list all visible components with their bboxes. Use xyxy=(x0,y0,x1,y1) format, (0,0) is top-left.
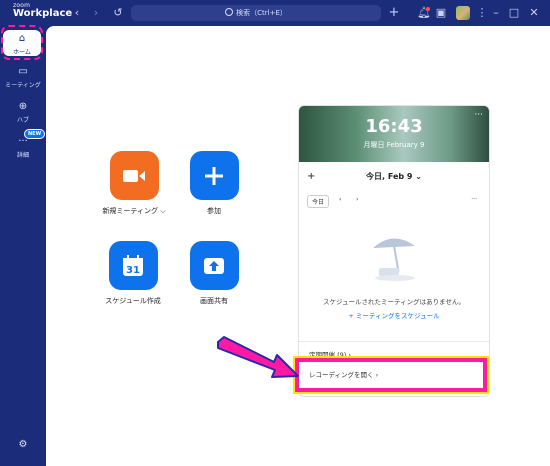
search-input[interactable]: 検索（Ctrl+E） xyxy=(131,5,381,21)
sidebar-item-hub[interactable]: ⊕ ハブ xyxy=(0,101,46,124)
next-icon[interactable]: › xyxy=(356,196,358,203)
forward-icon[interactable]: › xyxy=(88,5,104,21)
plus-icon xyxy=(189,151,239,200)
clock-time: 16:43 xyxy=(365,116,423,137)
calendar-panel: ··· 16:43 月曜日 February 9 + 今日, Feb 9 ⌄ 今… xyxy=(298,105,490,397)
share-screen-button[interactable]: 画面共有 xyxy=(186,241,242,306)
clock-date: 月曜日 February 9 xyxy=(363,141,425,149)
join-button[interactable]: 参加 xyxy=(186,151,242,216)
video-camera-icon xyxy=(109,151,159,200)
minimize-icon[interactable]: – xyxy=(488,5,504,21)
home-highlight xyxy=(1,25,43,60)
search-icon xyxy=(225,8,234,16)
notification-dot xyxy=(426,7,430,11)
settings-button[interactable]: ⚙ xyxy=(0,439,46,453)
empty-message: スケジュールされたミーティングはありません。 xyxy=(323,298,465,306)
gear-icon: ⚙ xyxy=(18,439,28,450)
calendar-toolbar: 今日 ‹ › ··· xyxy=(307,195,481,209)
avatar[interactable] xyxy=(456,6,470,20)
date-navigator[interactable]: + 今日, Feb 9 ⌄ xyxy=(299,168,489,186)
sidebar-item-details[interactable]: ··· 詳細 xyxy=(0,136,46,159)
title-bar: zoom Workplace ‹ › ↺ 検索（Ctrl+E） + 🔔︎ ▣ ⋮… xyxy=(0,0,550,26)
empty-state: スケジュールされたミーティングはありません。 + ミーティングをスケジュール xyxy=(299,214,489,334)
back-icon[interactable]: ‹ xyxy=(69,5,85,21)
today-button[interactable]: 今日 xyxy=(307,195,330,208)
prev-icon[interactable]: ‹ xyxy=(339,196,341,203)
maximize-icon[interactable]: □ xyxy=(506,5,522,21)
beach-umbrella-icon xyxy=(373,238,415,281)
hub-icon: ⊕ xyxy=(18,101,28,112)
action-label: 画面共有 xyxy=(200,297,228,305)
pointer-arrow xyxy=(217,336,299,378)
logo-small: zoom xyxy=(13,2,31,9)
new-badge: NEW xyxy=(24,129,46,139)
action-label: スケジュール作成 xyxy=(105,297,161,305)
recordings-highlight xyxy=(293,356,489,394)
calendar-icon: 31 xyxy=(108,241,158,290)
calendar-day: 31 xyxy=(126,265,140,276)
action-label: 参加 xyxy=(207,207,221,215)
share-icon xyxy=(189,241,239,290)
sidebar xyxy=(0,26,46,466)
sidebar-item-label: ミーティング xyxy=(5,82,41,89)
sidebar-item-meetings[interactable]: ▭ ミーティング xyxy=(0,66,46,89)
sidebar-item-label: ハブ xyxy=(16,117,29,124)
more-icon[interactable]: ··· xyxy=(471,196,477,203)
schedule-button[interactable]: 31 スケジュール作成 xyxy=(98,241,168,306)
app-logo: zoom Workplace xyxy=(13,3,72,19)
video-icon: ▭ xyxy=(18,66,28,77)
history-icon[interactable]: ↺ xyxy=(110,5,126,21)
action-label: 新規ミーティング ⌵ xyxy=(102,207,166,215)
sidebar-item-label: 詳細 xyxy=(16,152,29,159)
panel-hero-image: ··· 16:43 月曜日 February 9 xyxy=(299,106,489,162)
search-placeholder: 検索（Ctrl+E） xyxy=(236,9,287,17)
schedule-meeting-link[interactable]: + ミーティングをスケジュール xyxy=(299,310,489,320)
close-icon[interactable]: ✕ xyxy=(526,5,542,21)
add-icon[interactable]: + xyxy=(307,168,315,186)
divider xyxy=(299,341,489,342)
logo-large: Workplace xyxy=(13,8,73,19)
date-nav-label: 今日, Feb 9 ⌄ xyxy=(366,172,422,181)
new-meeting-button[interactable]: 新規ミーティング ⌵ xyxy=(100,151,168,216)
window-icon[interactable]: ▣ xyxy=(433,5,449,21)
add-icon[interactable]: + xyxy=(386,5,402,21)
